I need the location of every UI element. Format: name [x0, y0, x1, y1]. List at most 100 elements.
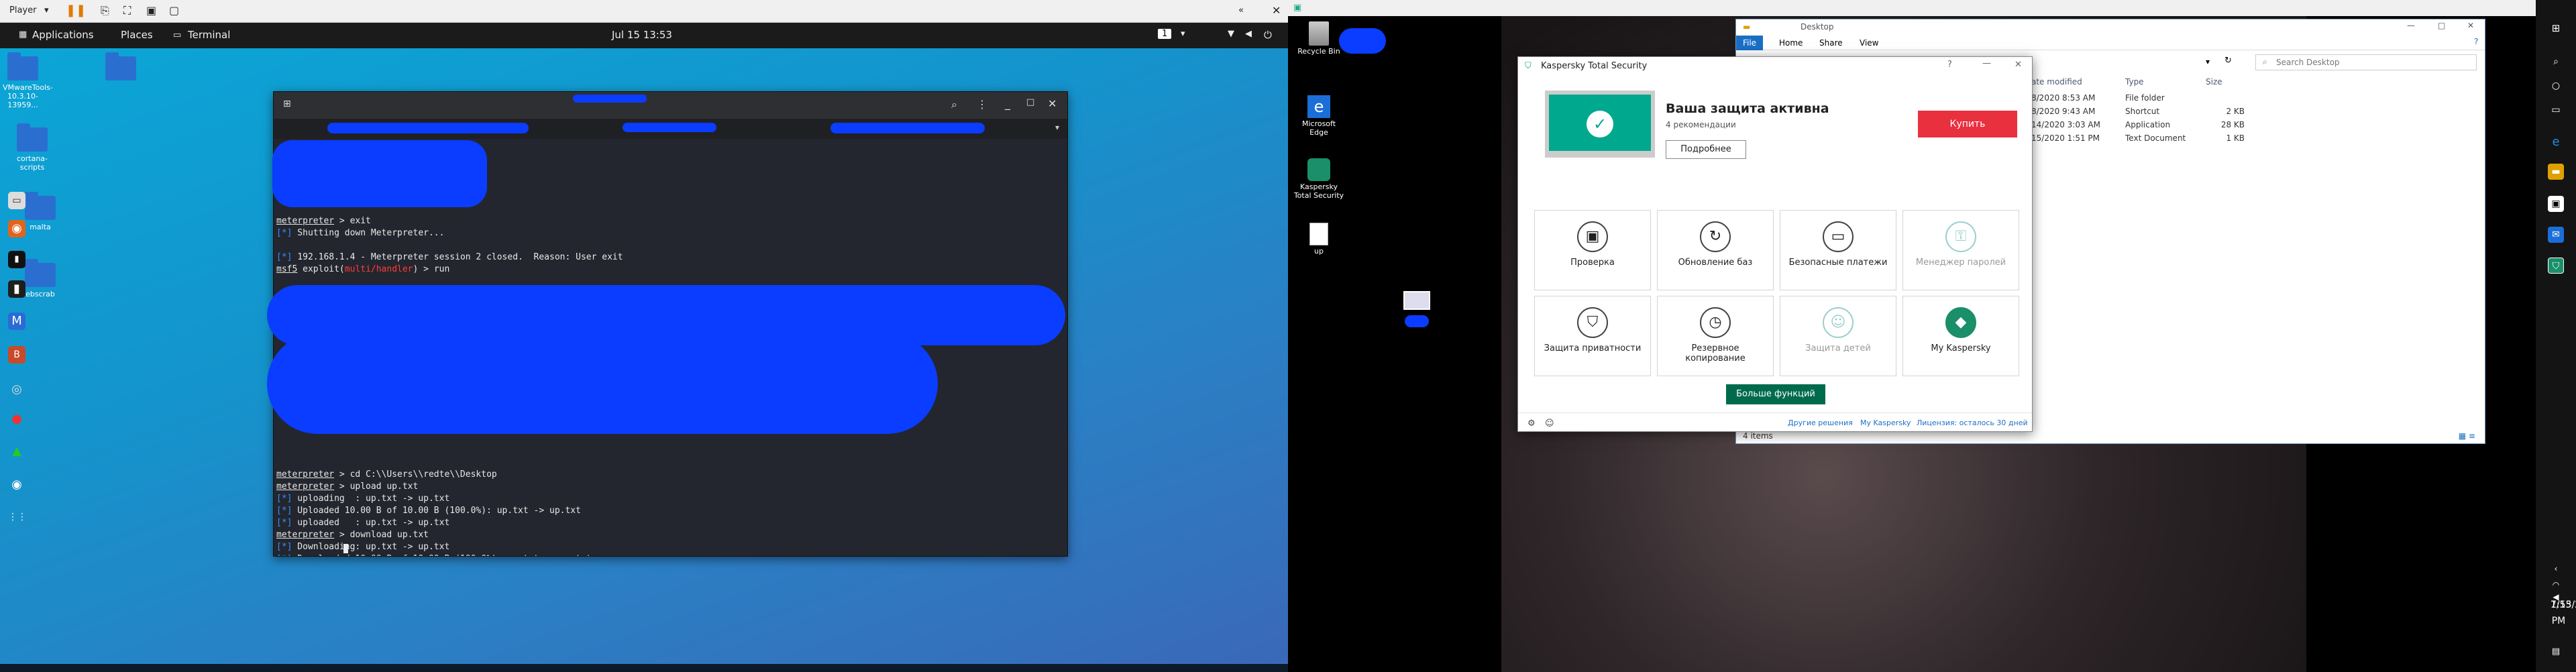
chevron-down-icon[interactable]: ▾ — [44, 5, 49, 15]
buy-button[interactable]: Купить — [1918, 111, 2017, 137]
tile-kids[interactable]: ☺ Защита детей — [1780, 296, 1896, 376]
network-icon[interactable]: ▼ — [1228, 29, 1234, 39]
ribbon-tab-file[interactable]: File — [1736, 36, 1763, 50]
desktop-icon-ebscrab[interactable]: ebscrab — [20, 259, 60, 298]
search-icon[interactable]: ⌕ — [2548, 54, 2564, 70]
small-window-icon[interactable] — [1403, 291, 1430, 310]
cherrytree-icon[interactable]: ● — [8, 410, 25, 428]
notifications-icon[interactable]: ▤ — [2548, 644, 2564, 660]
kaspersky-shield-icon: ⛉ — [1525, 61, 1532, 71]
mail-taskbar-icon[interactable]: ✉ — [2548, 227, 2564, 243]
explorer-taskbar-icon[interactable]: ▬ — [2548, 164, 2564, 180]
search-input[interactable]: ⌕ Search Desktop — [2255, 54, 2477, 70]
player-menu[interactable]: Player — [9, 5, 36, 15]
power-icon[interactable]: ⏻ — [1264, 29, 1272, 41]
minimize-icon[interactable]: _ — [1005, 97, 1010, 110]
column-date-modified[interactable]: ate modified — [2031, 77, 2082, 87]
refresh-icon[interactable]: ↻ — [2224, 56, 2232, 66]
desktop-icon-cortana-scripts[interactable]: cortana-scripts — [12, 123, 52, 172]
files-icon[interactable]: ▭ — [8, 192, 25, 209]
desktop-icon-folder[interactable] — [101, 52, 141, 80]
kaspersky-titlebar[interactable]: ⛉ Kaspersky Total Security ? — ✕ — [1518, 57, 2032, 76]
column-type[interactable]: Type — [2125, 77, 2144, 87]
send-ctrl-alt-del-icon[interactable]: ⎘ — [101, 4, 109, 17]
tile-backup[interactable]: ◷ Резервное копирование — [1657, 296, 1774, 376]
unity-icon[interactable]: ▢ — [169, 4, 179, 17]
search-icon[interactable]: ⌕ — [951, 98, 957, 111]
maltego-icon[interactable]: ◎ — [8, 381, 25, 398]
faraday-icon[interactable]: ▲ — [8, 443, 25, 460]
folder-icon[interactable]: ▮ — [8, 280, 25, 298]
places-menu[interactable]: Places — [121, 29, 153, 41]
collapse-icon[interactable]: « — [1238, 5, 1244, 15]
new-tab-icon[interactable]: ⊞ — [283, 99, 291, 109]
help-icon[interactable]: ? — [1947, 60, 1952, 70]
help-icon[interactable]: ? — [2474, 37, 2478, 46]
taskbar-clock[interactable]: 1:53 PM 7/15/2020 — [2538, 597, 2576, 626]
tile-card[interactable]: ▭ Безопасные платежи — [1780, 210, 1896, 290]
explorer-titlebar[interactable]: ▬ Desktop — □ ✕ — [1736, 19, 2485, 36]
ribbon-tab-view[interactable]: View — [1860, 38, 1878, 48]
applications-menu[interactable]: Applications — [32, 29, 94, 41]
ribbon-tab-home[interactable]: Home — [1779, 38, 1803, 48]
menu-icon[interactable]: ⋮ — [977, 98, 987, 111]
store-taskbar-icon[interactable]: ▣ — [2548, 196, 2564, 212]
tile-mykaspersky[interactable]: ◆ My Kaspersky — [1902, 296, 2019, 376]
view-toggle-icon[interactable]: ▦ ≡ — [2459, 431, 2475, 441]
up-txt-desktop-icon[interactable]: up — [1293, 223, 1344, 256]
folder-icon — [7, 52, 38, 80]
license-link[interactable]: Лицензия: осталось 30 дней — [1917, 418, 2028, 427]
recycle-bin-icon[interactable]: Recycle Bin — [1293, 21, 1344, 56]
desktop-icon-vmwaretools[interactable]: VMwareTools-10.3.10-13959... — [3, 52, 53, 109]
clock[interactable]: Jul 15 13:53 — [612, 29, 672, 41]
volume-icon[interactable]: ◀ — [1245, 29, 1252, 39]
kaspersky-taskbar-icon[interactable]: ⛉ — [2548, 258, 2564, 274]
windows-start-icon[interactable]: ⊞ — [2548, 20, 2564, 36]
terminal-icon[interactable]: ▮ — [8, 251, 25, 268]
redaction — [267, 333, 938, 434]
maximize-icon[interactable]: □ — [2438, 21, 2445, 30]
settings-icon[interactable]: ⚙ — [1527, 418, 1536, 429]
terminal-titlebar[interactable]: ⊞ ⌕ ⋮ _ □ ✕ — [274, 92, 1067, 119]
metasploit-icon[interactable]: M — [8, 313, 25, 330]
close-icon[interactable]: ✕ — [1048, 97, 1057, 110]
fullscreen-icon[interactable]: ▣ — [146, 4, 156, 17]
settings-icon[interactable]: ◉ — [8, 476, 25, 494]
tile-privacy[interactable]: ⛉ Защита приватности — [1534, 296, 1651, 376]
close-icon[interactable]: ✕ — [2015, 60, 2022, 70]
desktop-icon-malta[interactable]: malta — [20, 192, 60, 231]
tile-scan[interactable]: ▣ Проверка — [1534, 210, 1651, 290]
search-icon: ⌕ — [2263, 57, 2267, 66]
terminal-app-menu[interactable]: Terminal — [188, 29, 230, 41]
kali-menu-icon[interactable]: ▦ — [19, 30, 27, 40]
tab-list-icon[interactable]: ▾ — [1055, 123, 1059, 132]
cortana-icon[interactable]: ○ — [2548, 78, 2564, 94]
close-icon[interactable]: ✕ — [2467, 21, 2474, 30]
tile-update[interactable]: ↻ Обновление баз — [1657, 210, 1774, 290]
minimize-icon[interactable]: — — [2407, 21, 2415, 30]
fit-guest-icon[interactable]: ⛶ — [123, 4, 131, 17]
show-apps-icon[interactable]: ⋮⋮ — [8, 508, 27, 526]
edge-icon[interactable]: e Microsoft Edge — [1293, 95, 1344, 137]
details-button[interactable]: Подробнее — [1666, 140, 1746, 159]
firefox-icon[interactable]: ◉ — [8, 220, 25, 237]
minimize-icon[interactable]: — — [1982, 58, 1991, 68]
support-icon[interactable]: ☺ — [1545, 418, 1554, 429]
kaspersky-desktop-icon[interactable]: Kaspersky Total Security — [1293, 158, 1344, 200]
more-features-button[interactable]: Больше функций — [1726, 384, 1825, 404]
tray-chevron-icon[interactable]: ‹ — [2548, 561, 2564, 577]
other-solutions-link[interactable]: Другие решения — [1788, 418, 1853, 427]
task-view-icon[interactable]: ▭ — [2548, 102, 2564, 118]
close-icon[interactable]: ✕ — [1272, 4, 1281, 17]
workspace-indicator[interactable]: 1 — [1158, 29, 1172, 39]
language-indicator[interactable]: ▾ — [1181, 29, 1185, 39]
column-size[interactable]: Size — [2206, 77, 2222, 87]
maximize-icon[interactable]: □ — [1026, 97, 1034, 107]
tile-password[interactable]: ⚿ Менеджер паролей — [1902, 210, 2019, 290]
my-kaspersky-link[interactable]: My Kaspersky — [1860, 418, 1911, 427]
ribbon-tab-share[interactable]: Share — [1819, 38, 1843, 48]
pause-icon[interactable]: ❚❚ — [66, 3, 86, 17]
edge-taskbar-icon[interactable]: e — [2548, 134, 2564, 150]
burpsuite-icon[interactable]: B — [8, 346, 25, 363]
address-dropdown-icon[interactable]: ▾ — [2206, 57, 2210, 66]
